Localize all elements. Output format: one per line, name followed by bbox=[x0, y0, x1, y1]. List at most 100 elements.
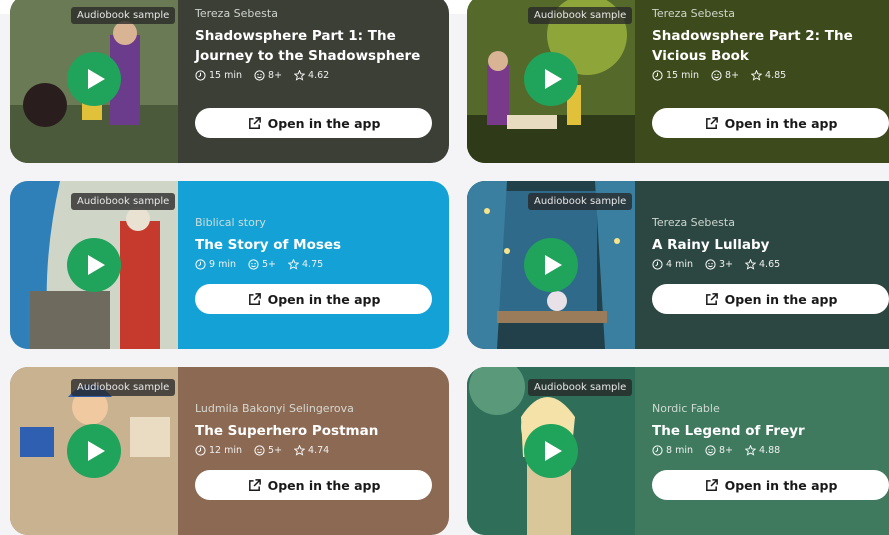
author: Ludmila Bakonyi Selingerova bbox=[195, 402, 354, 415]
clock-icon bbox=[652, 445, 663, 456]
rating: 4.75 bbox=[302, 259, 324, 270]
age: 8+ bbox=[268, 70, 283, 81]
external-link-icon bbox=[248, 478, 261, 491]
smiley-icon bbox=[705, 259, 716, 270]
audiobook-sample-badge: Audiobook sample bbox=[71, 379, 176, 396]
play-icon bbox=[88, 69, 105, 89]
meta-row: 4 min 3+ 4.65 bbox=[652, 259, 889, 270]
star-icon bbox=[294, 70, 306, 81]
open-in-app-button[interactable]: Open in the app bbox=[195, 470, 432, 500]
open-in-app-label: Open in the app bbox=[724, 477, 838, 493]
audiobook-card[interactable]: Audiobook sample Ludmila Bakonyi Selinge… bbox=[10, 367, 449, 535]
cover-image: Audiobook sample bbox=[10, 181, 178, 349]
audiobook-sample-badge: Audiobook sample bbox=[528, 379, 633, 396]
card-info: Biblical story The Story of Moses 9 min … bbox=[178, 181, 449, 349]
age: 8+ bbox=[718, 445, 733, 456]
play-icon bbox=[88, 255, 105, 275]
card-info: Ludmila Bakonyi Selingerova The Superher… bbox=[178, 367, 449, 535]
age: 5+ bbox=[261, 259, 276, 270]
rating: 4.88 bbox=[759, 445, 781, 456]
play-button[interactable] bbox=[67, 52, 121, 106]
meta-row: 12 min 5+ 4.74 bbox=[195, 445, 432, 456]
play-icon bbox=[88, 441, 105, 461]
external-link-icon bbox=[705, 292, 718, 305]
open-in-app-button[interactable]: Open in the app bbox=[195, 284, 432, 314]
clock-icon bbox=[195, 445, 206, 456]
duration: 9 min bbox=[209, 259, 236, 270]
open-in-app-button[interactable]: Open in the app bbox=[195, 108, 432, 138]
clock-icon bbox=[195, 70, 206, 81]
title[interactable]: The Legend of Freyr bbox=[652, 421, 889, 441]
card-info: Tereza Sebesta Shadowsphere Part 2: The … bbox=[635, 0, 889, 163]
age: 8+ bbox=[725, 70, 740, 81]
meta-row: 9 min 5+ 4.75 bbox=[195, 259, 432, 270]
star-icon bbox=[745, 445, 756, 456]
smiley-icon bbox=[248, 259, 259, 270]
external-link-icon bbox=[705, 116, 718, 129]
audiobook-card[interactable]: Audiobook sample Tereza Sebesta Shadowsp… bbox=[10, 0, 449, 163]
rating: 4.85 bbox=[765, 70, 787, 81]
duration: 8 min bbox=[666, 445, 693, 456]
audiobook-card[interactable]: Audiobook sample Tereza Sebesta Shadowsp… bbox=[467, 0, 889, 163]
star-icon bbox=[288, 259, 299, 270]
open-in-app-button[interactable]: Open in the app bbox=[652, 108, 889, 138]
age: 5+ bbox=[268, 445, 283, 456]
open-in-app-button[interactable]: Open in the app bbox=[652, 284, 889, 314]
open-in-app-button[interactable]: Open in the app bbox=[652, 470, 889, 500]
smiley-icon bbox=[711, 70, 722, 81]
cover-image: Audiobook sample bbox=[467, 367, 635, 535]
duration: 15 min bbox=[666, 70, 700, 81]
open-in-app-label: Open in the app bbox=[267, 115, 381, 131]
play-button[interactable] bbox=[524, 424, 578, 478]
cover-image: Audiobook sample bbox=[10, 0, 178, 163]
play-button[interactable] bbox=[67, 238, 121, 292]
star-icon bbox=[751, 70, 763, 81]
play-button[interactable] bbox=[67, 424, 121, 478]
rating: 4.65 bbox=[759, 259, 781, 270]
rating: 4.74 bbox=[308, 445, 330, 456]
title[interactable]: A Rainy Lullaby bbox=[652, 235, 889, 255]
rating: 4.62 bbox=[308, 70, 330, 81]
audiobook-card[interactable]: Audiobook sample Nordic Fable The Legend… bbox=[467, 367, 889, 535]
external-link-icon bbox=[705, 478, 718, 491]
smiley-icon bbox=[254, 445, 265, 456]
smiley-icon bbox=[254, 70, 265, 81]
open-in-app-label: Open in the app bbox=[267, 477, 381, 493]
author: Biblical story bbox=[195, 216, 266, 229]
cover-image: Audiobook sample bbox=[10, 367, 178, 535]
cover-image: Audiobook sample bbox=[467, 181, 635, 349]
age: 3+ bbox=[718, 259, 733, 270]
meta-row: 15 min 8+ 4.62 bbox=[195, 70, 432, 81]
title[interactable]: Shadowsphere Part 2: The Vicious Book bbox=[652, 26, 889, 66]
card-info: Nordic Fable The Legend of Freyr 8 min 8… bbox=[635, 367, 889, 535]
play-button[interactable] bbox=[524, 238, 578, 292]
audiobook-sample-badge: Audiobook sample bbox=[71, 193, 176, 210]
audiobook-sample-badge: Audiobook sample bbox=[528, 7, 633, 24]
open-in-app-label: Open in the app bbox=[724, 115, 838, 131]
open-in-app-label: Open in the app bbox=[724, 291, 838, 307]
external-link-icon bbox=[248, 116, 261, 129]
play-icon bbox=[545, 69, 562, 89]
meta-row: 15 min 8+ 4.85 bbox=[652, 70, 889, 81]
duration: 12 min bbox=[209, 445, 243, 456]
play-icon bbox=[545, 255, 562, 275]
smiley-icon bbox=[705, 445, 716, 456]
audiobook-card[interactable]: Audiobook sample Biblical story The Stor… bbox=[10, 181, 449, 349]
card-info: Tereza Sebesta Shadowsphere Part 1: The … bbox=[178, 0, 449, 163]
title[interactable]: Shadowsphere Part 1: The Journey to the … bbox=[195, 26, 432, 66]
author: Tereza Sebesta bbox=[652, 7, 735, 20]
play-icon bbox=[545, 441, 562, 461]
audiobook-sample-badge: Audiobook sample bbox=[528, 193, 633, 210]
play-button[interactable] bbox=[524, 52, 578, 106]
author: Nordic Fable bbox=[652, 402, 720, 415]
title[interactable]: The Story of Moses bbox=[195, 235, 432, 255]
clock-icon bbox=[195, 259, 206, 270]
meta-row: 8 min 8+ 4.88 bbox=[652, 445, 889, 456]
card-info: Tereza Sebesta A Rainy Lullaby 4 min 3+ … bbox=[635, 181, 889, 349]
audiobook-sample-badge: Audiobook sample bbox=[71, 7, 176, 24]
author: Tereza Sebesta bbox=[652, 216, 735, 229]
clock-icon bbox=[652, 259, 663, 270]
title[interactable]: The Superhero Postman bbox=[195, 421, 432, 441]
audiobook-card[interactable]: Audiobook sample Tereza Sebesta A Rainy … bbox=[467, 181, 889, 349]
duration: 15 min bbox=[209, 70, 243, 81]
